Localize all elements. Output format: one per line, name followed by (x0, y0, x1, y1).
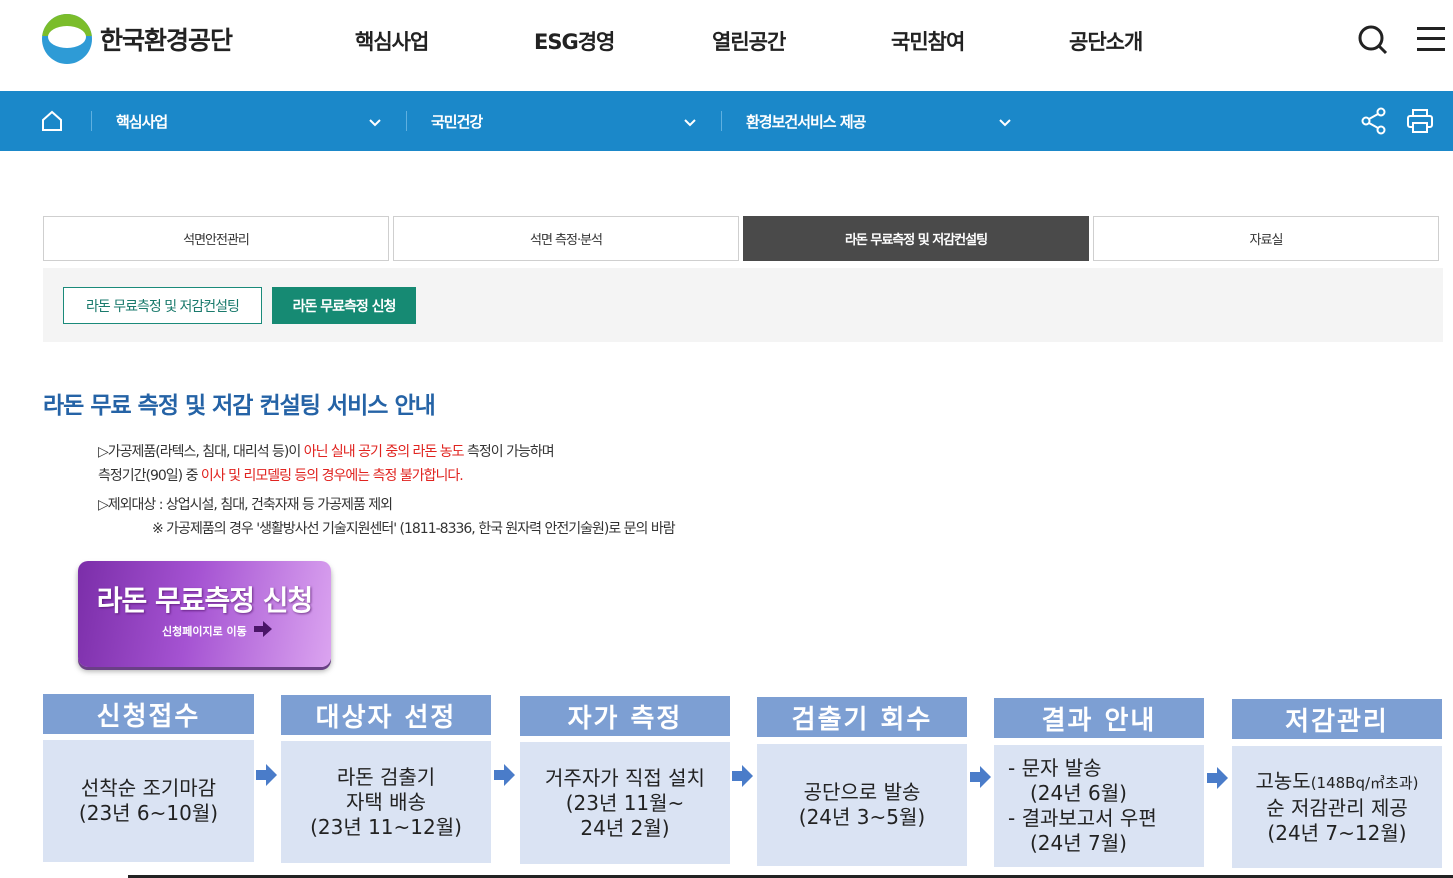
step-body-6: 고농도(148Bq/㎥초과) 순 저감관리 제공 (24년 7~12월) (1232, 746, 1442, 868)
info-line-2: 측정기간(90일) 중 이사 및 리모델링 등의 경우에는 측정 불가합니다. (98, 468, 464, 484)
arrow-right-icon (1207, 767, 1228, 793)
gnb-item-participation[interactable]: 국민참여 (891, 26, 965, 56)
location-divider (91, 111, 92, 131)
tab-asbestos-measurement[interactable]: 석면 측정·분석 (393, 216, 739, 261)
location-divider (406, 111, 407, 131)
gnb-item-open-space[interactable]: 열린공간 (712, 26, 786, 56)
subtab-area: 라돈 무료측정 및 저감컨설팅 라돈 무료측정 신청 (43, 268, 1443, 342)
gnb-item-core-business[interactable]: 핵심사업 (355, 26, 429, 56)
subtab-radon-consulting[interactable]: 라돈 무료측정 및 저감컨설팅 (63, 287, 262, 324)
step-head-5: 결과 안내 (994, 698, 1204, 738)
chevron-down-icon[interactable] (683, 113, 697, 132)
chevron-down-icon[interactable] (998, 113, 1012, 132)
tab-resources[interactable]: 자료실 (1093, 216, 1439, 261)
step-body-5: - 문자 발송 (24년 6월) - 결과보고서 우편 (24년 7월) (994, 745, 1204, 867)
print-icon[interactable] (1406, 107, 1434, 139)
step-body-1: 선착순 조기마감 (23년 6~10월) (43, 740, 254, 862)
share-icon[interactable] (1361, 107, 1387, 139)
location-item-core-business[interactable]: 핵심사업 (116, 111, 168, 132)
arrow-right-icon (494, 764, 515, 790)
arrow-right-icon (254, 621, 272, 641)
step-head-1: 신청접수 (43, 694, 254, 734)
home-icon[interactable] (40, 110, 64, 136)
info-line-3: ▷제외대상 : 상업시설, 침대, 건축자재 등 가공제품 제외 (98, 497, 393, 513)
tab-radon-consulting[interactable]: 라돈 무료측정 및 저감컨설팅 (743, 216, 1089, 261)
location-divider (721, 111, 722, 131)
step-head-2: 대상자 선정 (281, 695, 491, 735)
location-item-env-health-service[interactable]: 환경보건서비스 제공 (746, 111, 866, 132)
gnb-item-esg[interactable]: ESG경영 (534, 26, 615, 56)
radon-apply-button[interactable]: 라돈 무료측정 신청 신청페이지로 이동 (78, 561, 331, 667)
tab-asbestos-safety[interactable]: 석면안전관리 (43, 216, 389, 261)
step-head-4: 검출기 회수 (757, 697, 967, 737)
hamburger-icon[interactable] (1417, 24, 1445, 58)
info-line-4: ※ 가공제품의 경우 '생활방사선 기술지원센터' (1811-8336, 한국… (152, 521, 676, 537)
info-line-1: ▷가공제품(라텍스, 침대, 대리석 등)이 아닌 실내 공기 중의 라돈 농도… (98, 444, 555, 460)
page-title: 라돈 무료 측정 및 저감 컨설팅 서비스 안내 (43, 393, 436, 419)
step-body-4: 공단으로 발송 (24년 3~5월) (757, 744, 967, 866)
main-navigation: 핵심사업 ESG경영 열린공간 국민참여 공단소개 (0, 26, 1453, 56)
subtab-radon-apply[interactable]: 라돈 무료측정 신청 (272, 287, 416, 324)
apply-button-subtitle: 신청페이지로 이동 (162, 625, 247, 638)
arrow-right-icon (256, 764, 277, 790)
arrow-right-icon (970, 766, 991, 792)
location-bar: 핵심사업 국민건강 환경보건서비스 제공 (0, 91, 1453, 151)
step-head-6: 저감관리 (1232, 699, 1442, 739)
apply-button-title: 라돈 무료측정 신청 (96, 584, 314, 617)
gnb-item-about[interactable]: 공단소개 (1069, 26, 1143, 56)
step-body-2: 라돈 검출기 자택 배송 (23년 11~12월) (281, 741, 491, 863)
step-head-3: 자가 측정 (520, 696, 730, 736)
site-header: 한국환경공단 핵심사업 ESG경영 열린공간 국민참여 공단소개 (0, 0, 1453, 91)
step-body-3: 거주자가 직접 설치 (23년 11월~ 24년 2월) (520, 742, 730, 864)
arrow-right-icon (732, 765, 753, 791)
chevron-down-icon[interactable] (368, 113, 382, 132)
location-item-public-health[interactable]: 국민건강 (431, 111, 483, 132)
search-icon[interactable] (1357, 24, 1389, 60)
